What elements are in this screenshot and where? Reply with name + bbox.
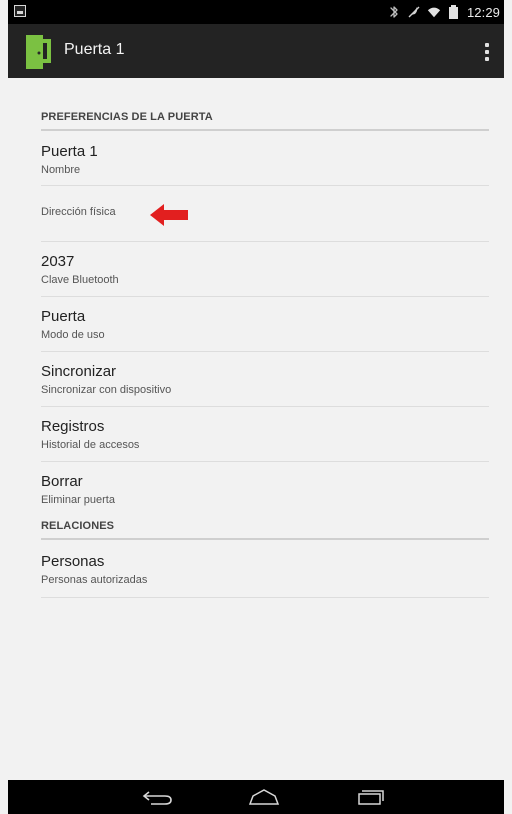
preference-title: Personas xyxy=(41,553,105,570)
preference-summary: Sincronizar con dispositivo xyxy=(41,384,172,396)
status-bar: 12:29 xyxy=(8,0,504,24)
status-time: 12:29 xyxy=(466,4,500,20)
preference-title: Puerta xyxy=(41,308,86,325)
preference-summary: Eliminar puerta xyxy=(41,494,115,506)
preference-summary: Clave Bluetooth xyxy=(41,274,119,286)
device-screen: 12:29 Puerta 1 PREFERENCIAS DE LA PUERTA… xyxy=(8,0,504,814)
overflow-dot xyxy=(485,57,489,61)
battery-icon xyxy=(447,5,461,19)
app-title: Puerta 1 xyxy=(64,41,125,58)
preference-access-log[interactable]: Registros Historial de accesos xyxy=(41,407,489,462)
status-icons: 12:29 xyxy=(387,3,500,21)
preference-title: Registros xyxy=(41,418,105,435)
preference-summary: Historial de accesos xyxy=(41,439,140,451)
preference-summary: Modo de uso xyxy=(41,329,105,341)
overflow-menu-icon[interactable] xyxy=(484,43,490,61)
preference-synchronize[interactable]: Sincronizar Sincronizar con dispositivo xyxy=(41,352,489,407)
preference-physical-address[interactable]: Dirección física xyxy=(41,186,489,242)
preference-title: Puerta 1 xyxy=(41,143,98,160)
preference-name[interactable]: Puerta 1 Nombre xyxy=(41,131,489,186)
preference-bluetooth-key[interactable]: 2037 Clave Bluetooth xyxy=(41,242,489,297)
overflow-dot xyxy=(485,43,489,47)
red-arrow-icon xyxy=(148,202,190,228)
preference-usage-mode[interactable]: Puerta Modo de uso xyxy=(41,297,489,352)
action-bar: Puerta 1 xyxy=(8,24,504,78)
preference-authorized-people[interactable]: Personas Personas autorizadas xyxy=(41,540,489,598)
preference-summary: Dirección física xyxy=(41,206,116,218)
recents-icon[interactable] xyxy=(352,786,388,808)
preference-title: Borrar xyxy=(41,473,83,490)
bluetooth-icon xyxy=(387,5,401,19)
overflow-dot xyxy=(485,50,489,54)
preference-summary: Personas autorizadas xyxy=(41,574,148,586)
navigation-bar xyxy=(8,780,504,814)
preference-title: 2037 xyxy=(41,253,75,270)
settings-content: PREFERENCIAS DE LA PUERTA Puerta 1 Nombr… xyxy=(8,78,504,780)
section-header-label: PREFERENCIAS DE LA PUERTA xyxy=(41,111,213,123)
image-icon xyxy=(14,5,26,17)
preference-title: Sincronizar xyxy=(41,363,117,380)
home-icon[interactable] xyxy=(246,786,282,808)
wifi-icon xyxy=(427,5,441,19)
preference-summary: Nombre xyxy=(41,164,81,176)
mute-icon xyxy=(407,5,421,19)
back-icon[interactable] xyxy=(140,786,176,808)
section-header-label: RELACIONES xyxy=(41,520,115,532)
door-icon[interactable] xyxy=(26,35,52,69)
preference-delete-door[interactable]: Borrar Eliminar puerta xyxy=(41,462,489,512)
section-header-relations: RELACIONES xyxy=(41,512,489,540)
section-header-door-preferences: PREFERENCIAS DE LA PUERTA xyxy=(41,103,489,131)
